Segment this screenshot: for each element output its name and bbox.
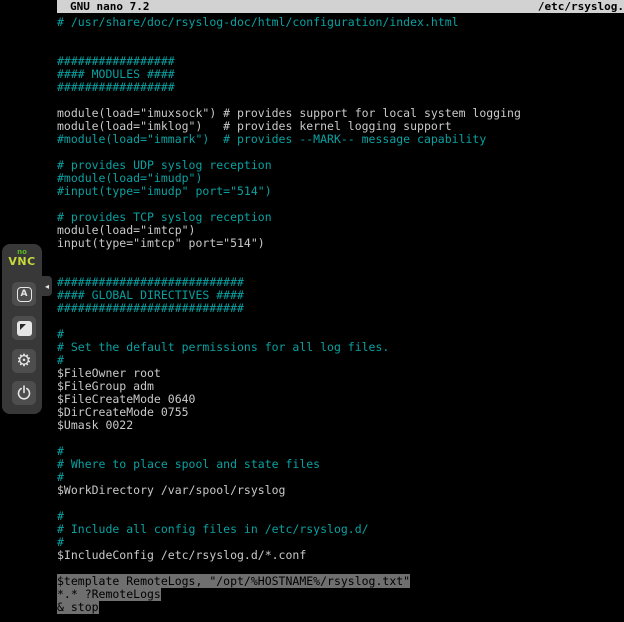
collapse-arrow-icon: ◂ [45,282,49,291]
editor-line [57,29,624,42]
editor-line [57,497,624,510]
terminal-editor[interactable]: # /usr/share/doc/rsyslog-doc/html/config… [57,13,624,622]
settings-button[interactable]: ⚙ [12,349,36,373]
nano-filename-label: /etc/rsyslog. [538,0,624,13]
novnc-logo-text: VNC [2,257,42,266]
editor-line [57,250,624,263]
editor-line: #module(load="immark") # provides --MARK… [57,133,624,146]
editor-line [57,432,624,445]
power-icon [16,385,32,401]
editor-line: *.* ?RemoteLogs [57,588,624,601]
novnc-logo: no VNC [2,248,42,266]
editor-line: # /usr/share/doc/rsyslog-doc/html/config… [57,16,624,29]
editor-line: $WorkDirectory /var/spool/rsyslog [57,484,624,497]
gear-icon: ⚙ [16,353,31,370]
fullscreen-icon [17,321,32,336]
editor-line: $Umask 0022 [57,419,624,432]
control-bar-handle[interactable]: ◂ [42,276,52,296]
editor-line: input(type="imtcp" port="514") [57,237,624,250]
disconnect-button[interactable] [12,381,36,405]
nano-titlebar: GNU nano 7.2 /etc/rsyslog. [57,0,624,13]
novnc-control-bar: no VNC A ⚙ [2,244,42,414]
editor-line: # Where to place spool and state files [57,458,624,471]
editor-line: ################# [57,81,624,94]
keyboard-a-icon: A [17,287,32,302]
editor-line: $DirCreateMode 0755 [57,406,624,419]
editor-line: # Include all config files in /etc/rsysl… [57,523,624,536]
editor-lines: # /usr/share/doc/rsyslog-doc/html/config… [57,16,624,614]
screen: GNU nano 7.2 /etc/rsyslog. # /usr/share/… [0,0,624,622]
editor-line [57,315,624,328]
fullscreen-button[interactable] [12,316,36,340]
extra-keys-button[interactable]: A [12,282,36,306]
editor-line: $IncludeConfig /etc/rsyslog.d/*.conf [57,549,624,562]
nano-version-label: GNU nano 7.2 [57,0,149,13]
editor-line: & stop [57,601,624,614]
editor-line: #input(type="imudp" port="514") [57,185,624,198]
editor-line: ########################### [57,302,624,315]
editor-line: # Set the default permissions for all lo… [57,341,624,354]
